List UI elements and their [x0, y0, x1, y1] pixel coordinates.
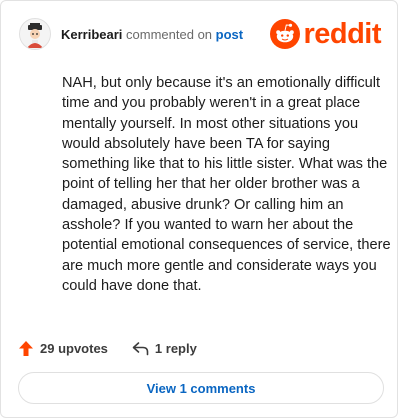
reply-button[interactable]: 1 reply — [132, 341, 197, 356]
reddit-logo[interactable]: reddit — [270, 19, 381, 49]
reddit-wordmark: reddit — [303, 17, 381, 50]
action-text: commented on — [126, 26, 213, 42]
comment-header: Kerribeari commented on post reddit — [19, 17, 381, 51]
upvote-arrow-icon — [19, 340, 33, 356]
upvote-count: 29 upvotes — [40, 340, 108, 356]
avatar-icon — [20, 19, 50, 49]
snoo-icon — [270, 19, 301, 49]
username[interactable]: Kerribeari — [61, 27, 122, 42]
post-link[interactable]: post — [216, 27, 243, 42]
upvote-button[interactable]: 29 upvotes — [18, 340, 108, 357]
reply-count: 1 reply — [154, 340, 197, 356]
comment-meta: Kerribeari commented on post — [61, 27, 243, 42]
reply-arrow-icon — [132, 341, 149, 355]
comment-body: NAH, but only because it's an emotionall… — [62, 75, 391, 294]
comment-actions: 29 upvotes 1 reply — [18, 337, 197, 359]
avatar[interactable] — [19, 18, 51, 50]
comment-card: Kerribeari commented on post reddit NAH,… — [0, 0, 398, 418]
view-comments-button[interactable]: View 1 comments — [18, 372, 384, 404]
